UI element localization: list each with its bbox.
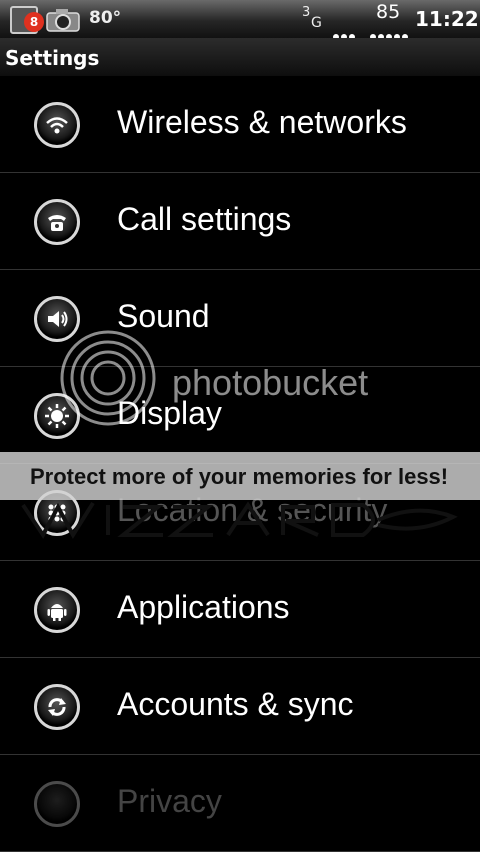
data-activity-icon (333, 25, 357, 40)
camera-icon (46, 9, 80, 32)
wizzard-signature-graphic (21, 501, 458, 539)
network-type: G (311, 15, 322, 31)
photobucket-logo-icon (60, 330, 156, 426)
watermark-banner-text: Protect more of your memories for less! (30, 464, 449, 489)
settings-item-label: Accounts & sync (117, 686, 354, 722)
settings-item-wireless[interactable]: Wireless & networks (0, 76, 480, 173)
notification-count-badge: 8 (24, 12, 44, 32)
phone-icon (34, 199, 80, 245)
settings-item-privacy[interactable]: Privacy (0, 755, 480, 852)
android-icon (34, 587, 80, 633)
battery-level: 85 (376, 1, 401, 23)
watermark-banner: Protect more of your memories for less! (0, 452, 480, 500)
page-title: Settings (5, 46, 100, 70)
network-type-superscript: 3 (302, 5, 311, 20)
settings-item-call[interactable]: Call settings (0, 173, 480, 270)
status-bar: 8 80° 3 G 85 11:22 (0, 0, 480, 40)
settings-item-label: Privacy (117, 783, 222, 819)
title-bar: Settings (0, 38, 480, 76)
privacy-icon (34, 781, 80, 827)
settings-item-accounts-sync[interactable]: Accounts & sync (0, 658, 480, 755)
signal-strength-icon (370, 25, 410, 40)
settings-item-label: Call settings (117, 201, 292, 237)
settings-item-label: Applications (117, 589, 290, 625)
clock: 11:22 (415, 7, 479, 31)
settings-item-applications[interactable]: Applications (0, 561, 480, 658)
watermark-brand: photobucket (172, 362, 369, 403)
sync-icon (34, 684, 80, 730)
wifi-icon (34, 102, 80, 148)
temperature: 80° (89, 8, 122, 28)
settings-item-label: Wireless & networks (117, 104, 407, 140)
